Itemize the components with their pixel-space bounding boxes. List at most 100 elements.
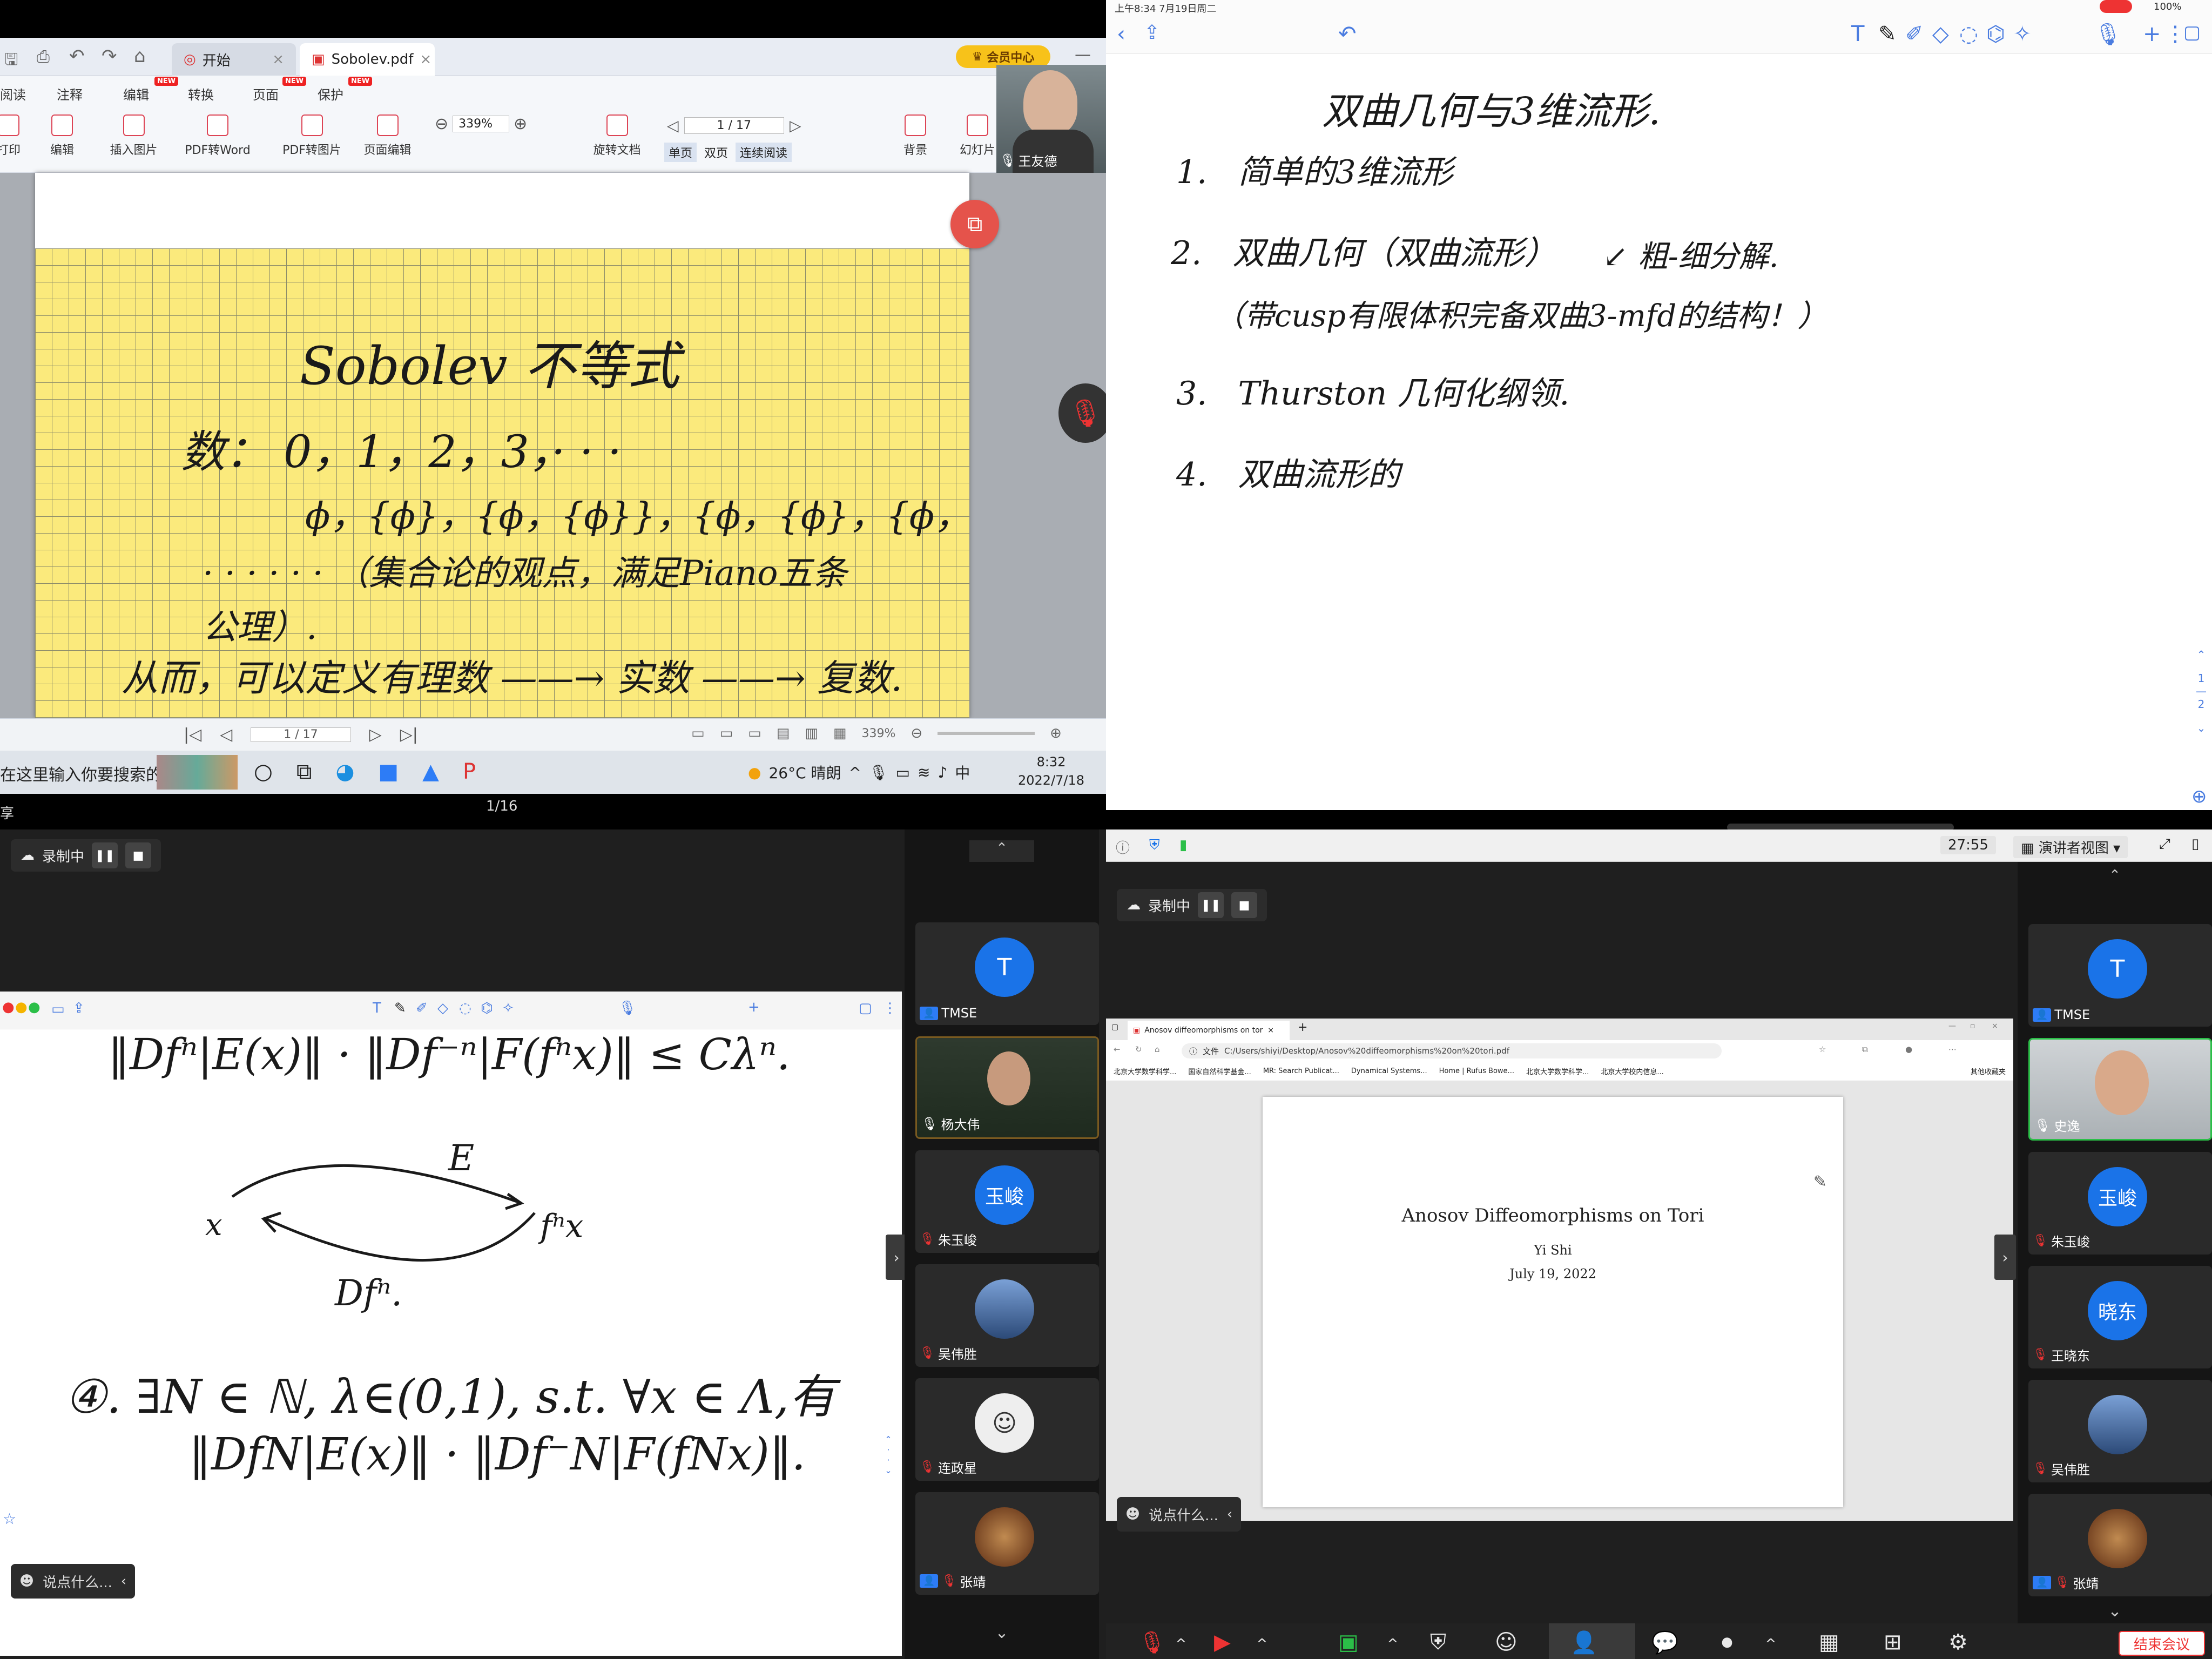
scroll-down-button[interactable]: ⌄ — [969, 1623, 1034, 1645]
home-icon[interactable]: ⌂ — [1155, 1044, 1160, 1054]
view-single-page[interactable]: 单页 — [664, 143, 697, 162]
zoom-in-icon[interactable]: ⊕ — [514, 114, 527, 133]
participant-tile[interactable]: ☺ 🎙 连政星 — [915, 1378, 1099, 1481]
shape-icon[interactable]: ⌬ — [1986, 22, 2005, 46]
bookmark-item[interactable]: 北京大学数学科学... — [1114, 1066, 1176, 1076]
add-page-icon[interactable]: + — [2143, 22, 2161, 46]
participants-icon[interactable]: 👤 — [1570, 1630, 1597, 1655]
pdf-app-icon[interactable]: P — [463, 759, 476, 784]
stop-recording-button[interactable]: ■ — [125, 842, 152, 868]
emoji-icon[interactable]: ☻ — [1125, 1506, 1140, 1522]
address-field[interactable]: ⓘ 文件 C:/Users/shiyi/Desktop/Anosov%20dif… — [1182, 1043, 1722, 1058]
view-continuous[interactable]: 连续阅读 — [736, 143, 792, 162]
close-icon[interactable]: × — [420, 51, 431, 68]
zoom-in-icon[interactable]: ⊕ — [1050, 725, 1062, 741]
sidebar-icon[interactable]: ▭ — [51, 1001, 65, 1017]
emoji-icon[interactable]: ☻ — [19, 1573, 34, 1589]
page-2-marker[interactable]: 2 — [2190, 698, 2212, 711]
settings-icon[interactable]: ⚙ — [1948, 1630, 1968, 1655]
pdf-to-word-button[interactable]: PDF转Word — [177, 114, 258, 158]
prev-page-icon[interactable]: ◁ — [667, 117, 679, 134]
participant-tile[interactable]: 🎙 吴伟胜 — [2028, 1380, 2212, 1482]
background-button[interactable]: 背景 — [896, 114, 934, 158]
side-panel-icon[interactable]: ▯ — [2191, 836, 2199, 852]
zoom-out-icon[interactable]: ⊖ — [911, 725, 922, 741]
close-dot-icon[interactable]: ● — [2, 999, 15, 1015]
book-view-icon[interactable]: ▦ — [833, 725, 847, 741]
laser-icon[interactable]: ✧ — [2013, 22, 2032, 46]
share-icon[interactable]: ⇪ — [1144, 22, 1160, 44]
eraser-icon[interactable]: ◇ — [437, 1000, 448, 1016]
mute-mic-icon[interactable]: 🎙 — [1058, 383, 1106, 443]
page-1-marker[interactable]: 1 — [2190, 672, 2212, 685]
participant-tile[interactable]: T 👤 TMSE — [915, 922, 1099, 1025]
record-options-icon[interactable]: ^ — [1765, 1636, 1777, 1653]
shape-icon[interactable]: ⌬ — [481, 1000, 493, 1016]
muted-mic-icon[interactable]: 🎙 — [1138, 1630, 1166, 1655]
bookmark-item[interactable]: Dynamical Systems... — [1351, 1067, 1427, 1075]
zoom-icon[interactable]: ⊕ — [2191, 786, 2207, 807]
bookmark-item[interactable]: Home | Rufus Bowe... — [1439, 1067, 1514, 1075]
back-icon[interactable]: ‹ — [1117, 22, 1125, 46]
mic-icon[interactable]: 🎙 — [2094, 22, 2122, 47]
more-icon[interactable]: ⋮ — [883, 1000, 897, 1016]
minimize-icon[interactable]: — — [1948, 1022, 1956, 1030]
bookmark-item[interactable]: 国家自然科学基金... — [1188, 1066, 1251, 1076]
zoom-out-icon[interactable]: ⊖ — [435, 114, 448, 133]
chat-input[interactable]: ☻ 说点什么... ‹ — [1117, 1497, 1242, 1532]
page-edit-button[interactable]: 页面编辑 — [359, 114, 416, 158]
menu-protect[interactable]: 保护 — [318, 84, 343, 103]
floating-tool-icon[interactable]: ⧉ — [950, 200, 999, 248]
star-icon[interactable]: ☆ — [3, 1510, 16, 1528]
next-page-icon[interactable]: ▷ — [790, 117, 801, 134]
security-icon[interactable]: ⛨ — [1430, 1630, 1446, 1655]
toggle-participants-button[interactable]: › — [1994, 1235, 2016, 1280]
pen-tool-icon[interactable]: ✎ — [394, 1000, 406, 1016]
camera-off-icon[interactable]: ▶ — [1214, 1630, 1231, 1655]
volume-icon[interactable]: ♪ — [938, 764, 947, 781]
record-icon[interactable]: ⏺ — [1722, 1630, 1732, 1655]
participant-tile[interactable]: 🎙 史逸 — [2028, 1038, 2212, 1141]
text-tool-icon[interactable]: T — [1851, 22, 1864, 46]
undo-icon[interactable]: ↶ — [69, 45, 85, 67]
close-icon[interactable]: × — [1267, 1026, 1274, 1035]
whiteboard-icon[interactable]: ▲ — [422, 759, 439, 784]
meeting-app-icon[interactable]: ■ — [378, 759, 399, 784]
share-icon[interactable]: ⇪ — [73, 1000, 85, 1016]
layout-icon[interactable]: ⊞ — [1884, 1630, 1902, 1655]
minimize-icon[interactable]: — — [1075, 45, 1091, 64]
lasso-icon[interactable]: ◌ — [459, 1000, 471, 1016]
lasso-icon[interactable]: ◌ — [1959, 22, 1978, 46]
participant-tile[interactable]: 👤 🎙 张靖 — [2028, 1494, 2212, 1596]
scroll-up-button[interactable]: ⌃ — [969, 840, 1034, 862]
participant-tile[interactable]: 晓东 🎙 王晓东 — [2028, 1266, 2212, 1368]
chevron-left-icon[interactable]: ‹ — [1227, 1506, 1232, 1522]
minimize-dot-icon[interactable]: ● — [15, 999, 28, 1015]
mic-icon[interactable]: 🎙 — [618, 1000, 636, 1016]
restore-icon[interactable]: ▫ — [1970, 1022, 1975, 1030]
view-mode-dropdown[interactable]: ▦ 演讲者视图 ▾ — [2013, 836, 2128, 858]
browser-tab[interactable]: ▣ Anosov diffeomorphisms on tori × — [1128, 1021, 1290, 1040]
participant-tile[interactable]: 🎙 杨大伟 — [915, 1036, 1099, 1139]
pdf-to-image-button[interactable]: PDF转图片 — [275, 114, 348, 158]
apps-icon[interactable]: ▦ — [1819, 1630, 1839, 1655]
pause-recording-button[interactable]: ❚❚ — [1198, 892, 1224, 918]
zoom-slider[interactable] — [938, 732, 1035, 735]
draw-icon[interactable]: ✎ — [1813, 1172, 1827, 1191]
redo-icon[interactable]: ↷ — [102, 45, 117, 67]
add-page-icon[interactable]: + — [748, 999, 760, 1015]
page-indicator[interactable]: 1 / 17 — [684, 117, 784, 134]
highlighter-icon[interactable]: ✐ — [416, 1000, 428, 1016]
rotate-button[interactable]: 旋转文档 — [589, 114, 645, 158]
view-double-page[interactable]: 双页 — [700, 143, 732, 162]
eraser-icon[interactable]: ◇ — [1932, 22, 1949, 46]
invite-icon[interactable]: ☺ — [1495, 1630, 1518, 1655]
share-options-icon[interactable]: ^ — [1387, 1636, 1399, 1653]
slideshow-button[interactable]: 幻灯片 — [956, 114, 999, 158]
scroll-down-icon[interactable]: ⌄ — [2190, 721, 2212, 734]
signal-icon[interactable]: ▮ — [1179, 837, 1187, 853]
back-icon[interactable]: ← — [1114, 1044, 1121, 1054]
tab-actions-icon[interactable]: ▢ — [1111, 1023, 1118, 1031]
participant-tile[interactable]: T 👤 TMSE — [2028, 924, 2212, 1027]
save-icon[interactable]: 🖫 — [4, 48, 18, 75]
